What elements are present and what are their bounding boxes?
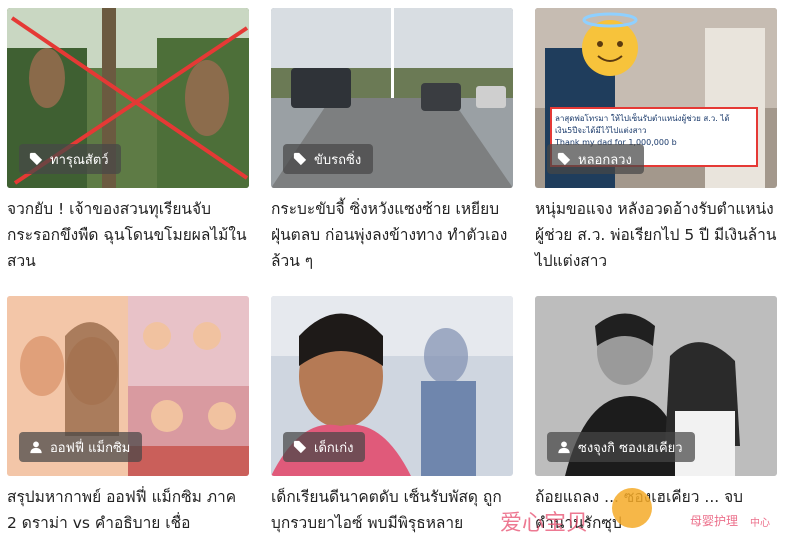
article-card-4[interactable]: ออฟฟี่ แม็กซิม สรุปมหากาพย์ ออฟฟี่ แม็กซ… <box>7 296 249 536</box>
tag-chip[interactable]: ซงจุงกิ ซองเฮเคียว <box>547 432 695 462</box>
article-card-5[interactable]: เด็กเก่ง เด็กเรียนดีนาคตดับ เซ็นรับพัสดุ… <box>271 296 513 536</box>
tag-chip[interactable]: เด็กเก่ง <box>283 432 366 462</box>
article-title[interactable]: หนุ่มขอแจง หลังอวดอ้างรับตำแหน่งผู้ช่วย … <box>535 196 777 274</box>
article-title[interactable]: เด็กเรียนดีนาคตดับ เซ็นรับพัสดุ ถูกบุกรว… <box>271 484 513 536</box>
caption-line: เงิน5ปีจะได้มีไว้ไปแต่งสาว <box>555 126 647 135</box>
tag-label: ทารุณสัตว์ <box>50 152 109 168</box>
tag-icon <box>293 152 307 166</box>
person-icon <box>558 441 570 454</box>
tag-chip[interactable]: ออฟฟี่ แม็กซิม <box>19 432 143 462</box>
article-title[interactable]: สรุปมหากาพย์ ออฟฟี่ แม็กซิม ภาค 2 ดราม่า… <box>7 484 249 536</box>
tag-label: ขับรถซิ่ง <box>314 152 362 168</box>
article-thumbnail[interactable]: เด็กเก่ง <box>271 296 513 476</box>
tag-chip[interactable]: หลอกลวง <box>547 144 644 174</box>
tag-label: เด็กเก่ง <box>314 440 354 456</box>
article-card-6[interactable]: ซงจุงกิ ซองเฮเคียว ถ้อยแถลง ... ซองเฮเคี… <box>535 296 777 536</box>
article-card-3[interactable]: ลาสุดพ่อโทรมา ให้ไปเซ็นรับตำแหน่งผู้ช่วย… <box>535 8 777 274</box>
article-thumbnail[interactable]: ลาสุดพ่อโทรมา ให้ไปเซ็นรับตำแหน่งผู้ช่วย… <box>535 8 777 188</box>
article-card-2[interactable]: ขับรถซิ่ง กระบะขับจี้ ซิ่งหวังแซงซ้าย เห… <box>271 8 513 274</box>
article-card-1[interactable]: ทารุณสัตว์ จวกยับ ! เจ้าของสวนทุเรียนจับ… <box>7 8 249 274</box>
tag-icon <box>293 440 307 454</box>
article-thumbnail[interactable]: ทารุณสัตว์ <box>7 8 249 188</box>
article-thumbnail[interactable]: ออฟฟี่ แม็กซิม <box>7 296 249 476</box>
tag-label: หลอกลวง <box>578 152 632 168</box>
article-thumbnail[interactable]: ขับรถซิ่ง <box>271 8 513 188</box>
tag-label: ซงจุงกิ ซองเฮเคียว <box>578 440 683 456</box>
tag-label: ออฟฟี่ แม็กซิม <box>50 440 131 456</box>
article-title[interactable]: ถ้อยแถลง ... ซองเฮเคียว ... จบตำนานรักซุ… <box>535 484 777 536</box>
caption-line: ลาสุดพ่อโทรมา ให้ไปเซ็นรับตำแหน่งผู้ช่วย… <box>555 114 730 123</box>
person-icon <box>30 441 42 454</box>
article-title[interactable]: จวกยับ ! เจ้าของสวนทุเรียนจับกระรอกขึงพื… <box>7 196 249 274</box>
article-thumbnail[interactable]: ซงจุงกิ ซองเฮเคียว <box>535 296 777 476</box>
tag-chip[interactable]: ขับรถซิ่ง <box>283 144 374 174</box>
article-title[interactable]: กระบะขับจี้ ซิ่งหวังแซงซ้าย เหยียบฝุ่นตล… <box>271 196 513 274</box>
tag-icon <box>29 152 43 166</box>
tag-icon <box>557 152 571 166</box>
tag-chip[interactable]: ทารุณสัตว์ <box>19 144 121 174</box>
